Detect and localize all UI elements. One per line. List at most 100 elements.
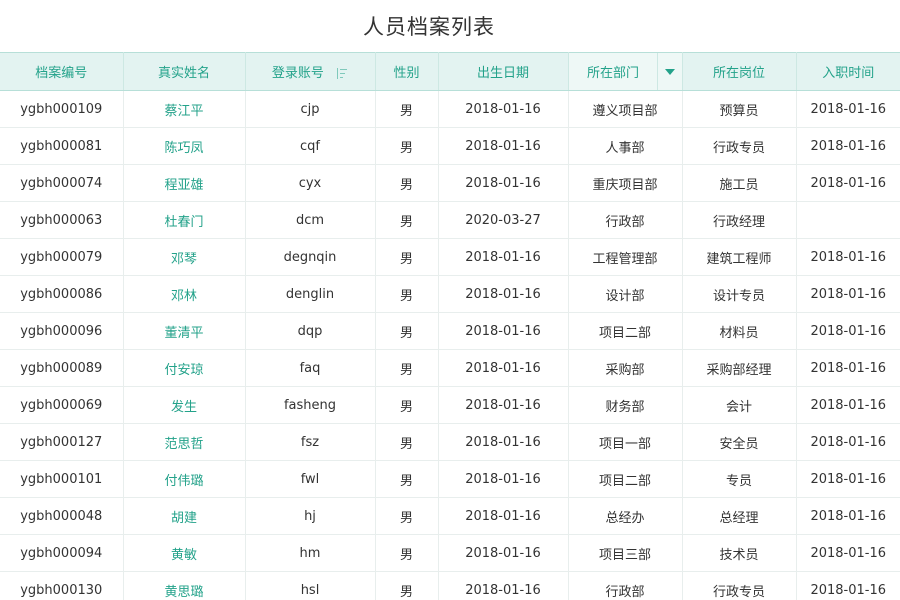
real-name-cell[interactable]: 蔡江平 (123, 90, 246, 128)
real-name-cell[interactable]: 邓琴 (123, 238, 246, 276)
col-header-label: 所在部门 (586, 66, 639, 81)
login-cell: dqp (245, 312, 376, 350)
table-row[interactable]: ygbh000101 付伟璐 fwl 男 2018-01-16 项目二部 专员 2018-01… (0, 460, 900, 498)
col-header-hire-date[interactable]: 入职时间 (796, 52, 900, 91)
real-name-cell[interactable]: 范思哲 (123, 423, 246, 461)
login-cell: hj (245, 497, 376, 535)
real-name-cell[interactable]: 陈巧凤 (123, 127, 246, 165)
archive-no-cell: ygbh000127 (0, 423, 124, 461)
department-cell: 人事部 (568, 127, 683, 165)
birth-date-cell: 2018-01-16 (438, 423, 569, 461)
hire-date-cell: 2018-01-16 (796, 460, 900, 498)
birth-date-cell: 2018-01-16 (438, 164, 569, 202)
post-cell: 采购部经理 (682, 349, 797, 387)
col-header-department[interactable]: 所在部门 (568, 52, 683, 91)
post-cell: 设计专员 (682, 275, 797, 313)
gender-cell: 男 (375, 460, 439, 498)
table-row[interactable]: ygbh000109 蔡江平 cjp 男 2018-01-16 遵义项目部 预算员 2018-… (0, 90, 900, 128)
login-cell: faq (245, 349, 376, 387)
real-name-cell[interactable]: 程亚雄 (123, 164, 246, 202)
department-cell: 总经办 (568, 497, 683, 535)
gender-cell: 男 (375, 386, 439, 424)
real-name-cell[interactable]: 杜春门 (123, 201, 246, 239)
table-row[interactable]: ygbh000081 陈巧凤 cqf 男 2018-01-16 人事部 行政专员 2018-0… (0, 127, 900, 165)
birth-date-cell: 2018-01-16 (438, 386, 569, 424)
hire-date-cell: 2018-01-16 (796, 534, 900, 572)
department-cell: 项目一部 (568, 423, 683, 461)
department-filter-button[interactable] (656, 53, 682, 90)
department-cell: 项目二部 (568, 460, 683, 498)
birth-date-cell: 2018-01-16 (438, 349, 569, 387)
archive-no-cell: ygbh000109 (0, 90, 124, 128)
post-cell: 行政专员 (682, 571, 797, 600)
hire-date-cell: 2018-01-16 (796, 90, 900, 128)
table-row[interactable]: ygbh000063 杜春门 dcm 男 2020-03-27 行政部 行政经理 (0, 201, 900, 239)
birth-date-cell: 2018-01-16 (438, 460, 569, 498)
col-header-post[interactable]: 所在岗位 (682, 52, 797, 91)
gender-cell: 男 (375, 423, 439, 461)
post-cell: 总经理 (682, 497, 797, 535)
post-cell: 建筑工程师 (682, 238, 797, 276)
gender-cell: 男 (375, 90, 439, 128)
table-row[interactable]: ygbh000069 发生 fasheng 男 2018-01-16 财务部 会计 2018-… (0, 386, 900, 424)
department-cell: 行政部 (568, 201, 683, 239)
archive-no-cell: ygbh000101 (0, 460, 124, 498)
table-row[interactable]: ygbh000096 董清平 dqp 男 2018-01-16 项目二部 材料员 2018-0… (0, 312, 900, 350)
col-header-login[interactable]: 登录账号 (245, 52, 376, 91)
real-name-cell[interactable]: 付伟璐 (123, 460, 246, 498)
birth-date-cell: 2018-01-16 (438, 127, 569, 165)
real-name-cell[interactable]: 董清平 (123, 312, 246, 350)
table-row[interactable]: ygbh000094 黄敏 hm 男 2018-01-16 项目三部 技术员 2018-01-… (0, 534, 900, 572)
col-header-label: 性别 (393, 66, 420, 81)
col-header-archive-no[interactable]: 档案编号 (0, 52, 124, 91)
birth-date-cell: 2018-01-16 (438, 571, 569, 600)
department-cell: 工程管理部 (568, 238, 683, 276)
department-cell: 遵义项目部 (568, 90, 683, 128)
personnel-archive-page: 人员档案列表 档案编号 真实姓名 登录账号 性别 出生日期 所在部门 所在岗位 … (0, 0, 900, 600)
login-cell: fsz (245, 423, 376, 461)
real-name-cell[interactable]: 黄敏 (123, 534, 246, 572)
archive-no-cell: ygbh000130 (0, 571, 124, 600)
sort-icon[interactable] (336, 68, 348, 79)
col-header-gender[interactable]: 性别 (375, 52, 439, 91)
table-row[interactable]: ygbh000130 黄思璐 hsl 男 2018-01-16 行政部 行政专员 2018-0… (0, 571, 900, 600)
table-row[interactable]: ygbh000074 程亚雄 cyx 男 2018-01-16 重庆项目部 施工员 2018-… (0, 164, 900, 202)
hire-date-cell: 2018-01-16 (796, 386, 900, 424)
department-cell: 重庆项目部 (568, 164, 683, 202)
archive-no-cell: ygbh000089 (0, 349, 124, 387)
birth-date-cell: 2018-01-16 (438, 90, 569, 128)
col-header-birth-date[interactable]: 出生日期 (438, 52, 569, 91)
table-row[interactable]: ygbh000086 邓林 denglin 男 2018-01-16 设计部 设计专员 201… (0, 275, 900, 313)
real-name-cell[interactable]: 黄思璐 (123, 571, 246, 600)
gender-cell: 男 (375, 238, 439, 276)
hire-date-cell: 2018-01-16 (796, 127, 900, 165)
real-name-cell[interactable]: 胡建 (123, 497, 246, 535)
post-cell: 施工员 (682, 164, 797, 202)
archive-no-cell: ygbh000096 (0, 312, 124, 350)
page-title: 人员档案列表 (363, 15, 495, 39)
table-row[interactable]: ygbh000089 付安琼 faq 男 2018-01-16 采购部 采购部经理 2018-… (0, 349, 900, 387)
real-name-cell[interactable]: 付安琼 (123, 349, 246, 387)
archive-no-cell: ygbh000048 (0, 497, 124, 535)
archive-no-cell: ygbh000086 (0, 275, 124, 313)
table-row[interactable]: ygbh000048 胡建 hj 男 2018-01-16 总经办 总经理 2018-01-1… (0, 497, 900, 535)
archive-no-cell: ygbh000094 (0, 534, 124, 572)
table-header: 档案编号 真实姓名 登录账号 性别 出生日期 所在部门 所在岗位 入职时间 (0, 52, 900, 91)
birth-date-cell: 2018-01-16 (438, 275, 569, 313)
table-row[interactable]: ygbh000079 邓琴 degnqin 男 2018-01-16 工程管理部 建筑工程师… (0, 238, 900, 276)
col-header-label: 出生日期 (476, 66, 529, 81)
post-cell: 会计 (682, 386, 797, 424)
login-cell: degnqin (245, 238, 376, 276)
login-cell: hsl (245, 571, 376, 600)
birth-date-cell: 2018-01-16 (438, 534, 569, 572)
gender-cell: 男 (375, 497, 439, 535)
hire-date-cell: 2018-01-16 (796, 312, 900, 350)
login-cell: cqf (245, 127, 376, 165)
real-name-cell[interactable]: 发生 (123, 386, 246, 424)
real-name-cell[interactable]: 邓林 (123, 275, 246, 313)
gender-cell: 男 (375, 349, 439, 387)
table-row[interactable]: ygbh000127 范思哲 fsz 男 2018-01-16 项目一部 安全员 2018-0… (0, 423, 900, 461)
login-cell: fasheng (245, 386, 376, 424)
col-header-real-name[interactable]: 真实姓名 (123, 52, 246, 91)
hire-date-cell: 2018-01-16 (796, 275, 900, 313)
